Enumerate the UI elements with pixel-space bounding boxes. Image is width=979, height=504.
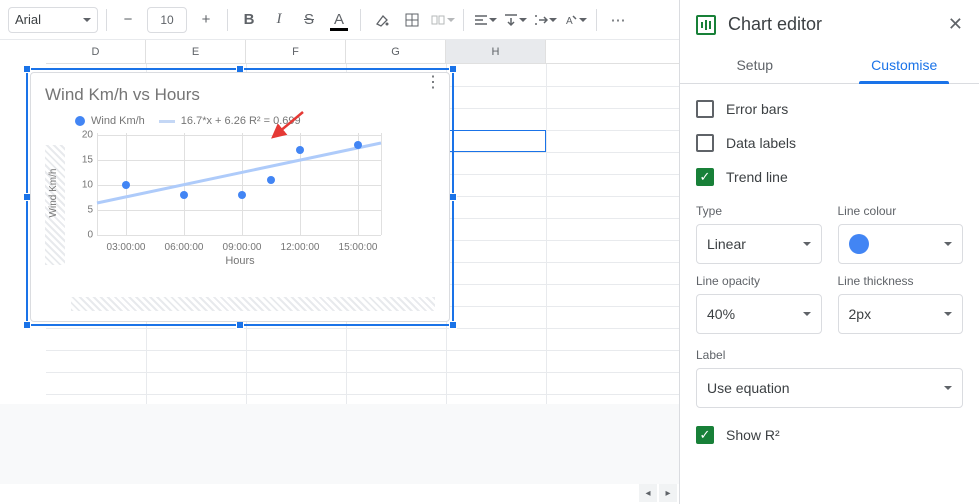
chevron-down-icon — [803, 312, 811, 316]
data-point — [180, 191, 188, 199]
col-header[interactable]: F — [246, 40, 346, 63]
x-axis-hatch — [71, 297, 435, 311]
data-point — [267, 176, 275, 184]
checkbox-data-labels[interactable]: Data labels — [696, 126, 963, 160]
scroll-right-button[interactable]: ▸ — [659, 484, 677, 502]
colour-swatch — [849, 234, 869, 254]
font-name: Arial — [15, 12, 41, 27]
editor-tabs: Setup Customise — [680, 45, 979, 84]
chart-legend: Wind Km/h 16.7*x + 6.26 R² = 0.699 — [75, 115, 435, 127]
chart-menu-icon[interactable]: ⋮ — [425, 81, 441, 85]
legend-equation: 16.7*x + 6.26 R² = 0.699 — [181, 115, 301, 127]
active-cell[interactable] — [446, 130, 546, 152]
chart-editor-panel: Chart editor ✕ Setup Customise Error bar… — [679, 0, 979, 504]
grid[interactable]: Wind Km/h vs Hours ⋮ Wind Km/h 16.7*x + … — [46, 64, 679, 404]
dropdown-type[interactable]: Linear — [696, 224, 822, 264]
valign-button[interactable] — [502, 7, 528, 33]
x-axis-label: Hours — [45, 255, 435, 267]
text-color-button[interactable]: A — [326, 7, 352, 33]
font-select[interactable]: Arial — [8, 7, 98, 33]
col-header[interactable]: D — [46, 40, 146, 63]
chart-icon — [696, 15, 716, 35]
tab-customise[interactable]: Customise — [830, 45, 979, 83]
font-size-dec[interactable]: − — [115, 7, 141, 33]
chart-title: Wind Km/h vs Hours — [45, 85, 435, 105]
wrap-button[interactable] — [532, 7, 558, 33]
label-line-colour: Line colour — [838, 204, 964, 218]
dropdown-line-thickness[interactable]: 2px — [838, 294, 964, 334]
legend-dot-icon — [75, 116, 85, 126]
sheet-void — [0, 404, 679, 484]
font-size-input[interactable]: 10 — [147, 7, 187, 33]
data-point — [296, 146, 304, 154]
checkbox-trend-line[interactable]: ✓Trend line — [696, 160, 963, 194]
label-type: Type — [696, 204, 822, 218]
col-header[interactable]: G — [346, 40, 446, 63]
chevron-down-icon — [944, 242, 952, 246]
scroll-left-button[interactable]: ◂ — [639, 484, 657, 502]
chart[interactable]: Wind Km/h vs Hours ⋮ Wind Km/h 16.7*x + … — [30, 72, 450, 322]
more-button[interactable]: ⋯ — [605, 7, 631, 33]
data-point — [238, 191, 246, 199]
svg-text:A: A — [566, 16, 573, 27]
chevron-down-icon — [803, 242, 811, 246]
y-axis-label: Wind Km/h — [48, 169, 59, 218]
panel-title: Chart editor — [728, 14, 948, 35]
font-size-inc[interactable]: + — [193, 7, 219, 33]
label-label: Label — [696, 348, 963, 362]
merge-button[interactable] — [429, 7, 455, 33]
dropdown-line-colour[interactable] — [838, 224, 964, 264]
strike-button[interactable]: S — [296, 7, 322, 33]
chart-plot: 0 5 10 15 20 03:00:00 06:00:00 09:00:00 … — [71, 133, 381, 253]
bold-button[interactable]: B — [236, 7, 262, 33]
label-line-thickness: Line thickness — [838, 274, 964, 288]
tab-setup[interactable]: Setup — [680, 45, 830, 83]
italic-button[interactable]: I — [266, 7, 292, 33]
legend-label: Wind Km/h — [91, 115, 145, 127]
column-headers: D E F G H — [46, 40, 679, 64]
dropdown-line-opacity[interactable]: 40% — [696, 294, 822, 334]
col-header[interactable]: E — [146, 40, 246, 63]
label-line-opacity: Line opacity — [696, 274, 822, 288]
scroll-controls: ◂ ▸ — [637, 482, 679, 504]
checkbox-show-r2[interactable]: ✓Show R² — [696, 418, 963, 452]
data-point — [122, 181, 130, 189]
legend-trend-icon — [159, 120, 175, 123]
chevron-down-icon — [83, 18, 91, 22]
col-header[interactable]: H — [446, 40, 546, 63]
chevron-down-icon — [944, 312, 952, 316]
data-point — [354, 141, 362, 149]
close-icon[interactable]: ✕ — [948, 14, 963, 35]
chevron-down-icon — [944, 386, 952, 390]
rotate-text-button[interactable]: A — [562, 7, 588, 33]
borders-button[interactable] — [399, 7, 425, 33]
fill-color-button[interactable] — [369, 7, 395, 33]
dropdown-label[interactable]: Use equation — [696, 368, 963, 408]
checkbox-error-bars[interactable]: Error bars — [696, 92, 963, 126]
halign-button[interactable] — [472, 7, 498, 33]
